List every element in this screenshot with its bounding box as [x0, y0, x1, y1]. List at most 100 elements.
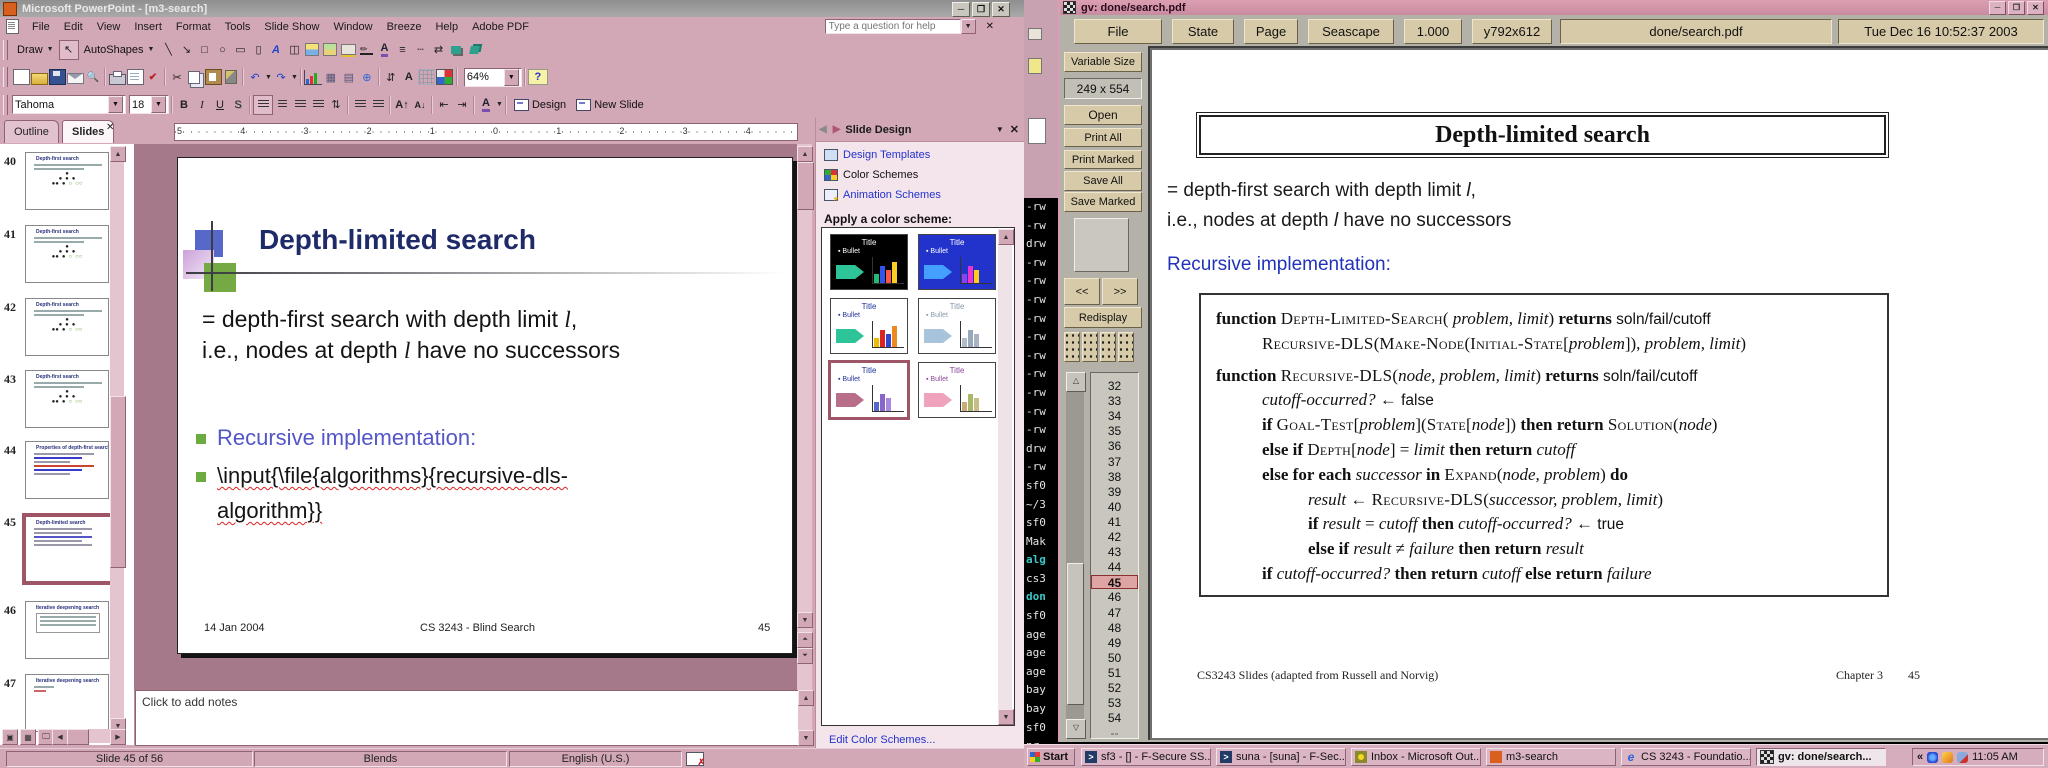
scroll-up-icon[interactable]: ▲	[797, 146, 813, 162]
slide-thumbnail-40[interactable]: Depth-first search●● ● ●●● ● ○ ○○	[25, 152, 109, 210]
gv-layout-option-icon[interactable]	[1100, 332, 1116, 362]
scroll-down-icon[interactable]: ▼	[797, 612, 813, 628]
notes-pane[interactable]: Click to add notes	[135, 690, 799, 746]
slide-thumbnail-47[interactable]: Iterative deepening search	[25, 674, 109, 732]
gv-maximize-button[interactable]: ❐	[2008, 1, 2025, 15]
menu-help[interactable]: Help	[428, 19, 465, 35]
underline-button[interactable]: U	[211, 96, 229, 114]
diagram-icon[interactable]: ◫	[285, 41, 303, 59]
gv-layout-option-icon[interactable]	[1064, 332, 1080, 362]
notes-scrollbar[interactable]: ▲ ▼	[798, 690, 812, 744]
insert-chart-icon[interactable]	[304, 68, 322, 86]
menu-adobe-pdf[interactable]: Adobe PDF	[465, 19, 536, 35]
slide-vertical-scrollbar[interactable]: ▲ ▼ ⏶ ⏷	[797, 144, 812, 690]
paste-icon[interactable]	[204, 68, 222, 86]
tray-fsecure-icon[interactable]	[1927, 752, 1938, 763]
slide-thumbnail-41[interactable]: Depth-first search●● ● ●●● ● ○ ○○	[25, 225, 109, 283]
align-right-icon[interactable]	[291, 96, 309, 114]
line-color-icon[interactable]: ✏	[357, 41, 375, 59]
taskbar-button-2[interactable]: >suna - [suna] - F-Sec...	[1216, 748, 1346, 766]
scroll-right-icon[interactable]: ▶	[110, 729, 126, 745]
gv-open-button[interactable]: Open	[1064, 105, 1142, 125]
open-icon[interactable]	[30, 68, 48, 86]
gv-page-number-32[interactable]: 32	[1091, 379, 1138, 393]
slide-bullet1[interactable]: Recursive implementation:	[217, 425, 476, 451]
autoshapes-menu-button[interactable]: AutoShapes▼	[79, 43, 160, 57]
line-icon[interactable]: ╲	[159, 41, 177, 59]
clip-art-icon[interactable]	[303, 41, 321, 59]
slide-sorter-view-icon[interactable]: ▦	[20, 729, 36, 745]
scroll-up-icon[interactable]: ▲	[110, 146, 126, 162]
menu-file[interactable]: File	[25, 19, 57, 35]
line-style-icon[interactable]: ≡	[393, 41, 411, 59]
gv-prev-button[interactable]: <<	[1064, 278, 1100, 305]
align-left-icon[interactable]	[253, 95, 273, 115]
fill-color-icon[interactable]	[339, 41, 357, 59]
thumbnails-horizontal-scrollbar[interactable]: ◀ ▶	[52, 729, 124, 743]
gv-page-number-46[interactable]: 46	[1091, 590, 1138, 604]
distribute-icon[interactable]	[309, 96, 327, 114]
tray-chevron-icon[interactable]: «	[1917, 751, 1923, 763]
tray-pencil-icon[interactable]	[1942, 752, 1953, 763]
gv-print-marked-button[interactable]: Print Marked	[1064, 150, 1142, 169]
gv-layout-option-icon[interactable]	[1118, 332, 1134, 362]
tab-outline[interactable]: Outline	[4, 120, 59, 143]
increase-font-size-icon[interactable]: A↑	[393, 96, 411, 114]
print-icon[interactable]	[108, 68, 126, 86]
edit-color-schemes-link[interactable]: Edit Color Schemes...	[829, 734, 935, 746]
font-color-icon[interactable]: A	[375, 41, 393, 59]
shadow-button[interactable]: S	[229, 96, 247, 114]
ppt-minimize-button[interactable]: ─	[952, 2, 970, 17]
gv-save-marked-button[interactable]: Save Marked	[1064, 192, 1142, 212]
taskbar-button-4[interactable]: m3-search	[1486, 748, 1616, 766]
color-scheme-option-5[interactable]: Title▪ Bullet	[828, 360, 910, 420]
gv-page-number-40[interactable]: 40	[1091, 500, 1138, 514]
text-box-icon[interactable]: ▭	[231, 41, 249, 59]
gv-page-number-41[interactable]: 41	[1091, 515, 1138, 529]
taskpane-close-icon[interactable]: ✕	[1010, 123, 1019, 136]
slide-thumbnail-44[interactable]: Properties of depth-first search	[25, 441, 109, 499]
gv-page-number-34[interactable]: 34	[1091, 409, 1138, 423]
menu-format[interactable]: Format	[169, 19, 218, 35]
gv-page-number-47[interactable]: 47	[1091, 606, 1138, 620]
gv-scale-button[interactable]: 1.000	[1404, 19, 1462, 44]
toolbar-grip[interactable]	[3, 40, 8, 60]
shadow-style-icon[interactable]	[447, 41, 465, 59]
increase-indent-icon[interactable]: ⇥	[453, 96, 471, 114]
forward-arrow-icon[interactable]: ▶	[833, 124, 841, 135]
gv-page-button[interactable]: Page	[1244, 19, 1298, 44]
insert-hyperlink-icon[interactable]: ⊕	[358, 68, 376, 86]
slide-bullet2-line1[interactable]: \input{\file{algorithms}{recursive-dls-	[217, 463, 568, 489]
font-size-combobox[interactable]: 18▼	[129, 95, 169, 114]
scroll-up-icon[interactable]: △	[1066, 372, 1086, 392]
menu-slide-show[interactable]: Slide Show	[257, 19, 326, 35]
document-close-icon[interactable]: ✕	[986, 21, 994, 32]
color-scheme-option-6[interactable]: Title▪ Bullet	[918, 362, 996, 418]
menu-insert[interactable]: Insert	[127, 19, 169, 35]
search-icon[interactable]: 🔍	[84, 68, 102, 86]
gv-state-button[interactable]: State	[1172, 19, 1234, 44]
gv-pagelist-scrollbar[interactable]: △ ▽	[1066, 372, 1084, 737]
taskbar-button-3[interactable]: Inbox - Microsoft Out...	[1351, 748, 1481, 766]
scrollbar-thumb[interactable]	[67, 729, 89, 745]
italic-button[interactable]: I	[193, 96, 211, 114]
gv-orientation-button[interactable]: Seascape	[1308, 19, 1394, 44]
taskpane-dropdown-icon[interactable]: ▼	[996, 125, 1004, 134]
redo-icon[interactable]: ↷	[272, 68, 290, 86]
scheme-scrollbar[interactable]: ▲ ▼	[998, 229, 1012, 723]
gv-page-number-48[interactable]: 48	[1091, 621, 1138, 635]
thumbnails-scrollbar[interactable]: ▲ ▼	[110, 146, 124, 734]
pdf-page[interactable]: Depth-limited search = depth-first searc…	[1152, 50, 2048, 738]
scroll-left-icon[interactable]: ◀	[52, 729, 68, 745]
menu-breeze[interactable]: Breeze	[380, 19, 429, 35]
oval-icon[interactable]: ○	[213, 41, 231, 59]
toolbar-grip[interactable]	[3, 95, 8, 115]
align-center-icon[interactable]	[273, 96, 291, 114]
toolbar-grip[interactable]	[3, 67, 8, 87]
slide-bullet2-line2[interactable]: algorithm}}	[217, 498, 322, 524]
taskbar-button-6[interactable]: gv: done/search...	[1756, 748, 1886, 766]
decrease-font-size-icon[interactable]: A↓	[411, 96, 429, 114]
gv-page-number-54[interactable]: 54	[1091, 711, 1138, 725]
normal-view-icon[interactable]: ▣	[2, 729, 18, 745]
slide-title[interactable]: Depth-limited search	[259, 224, 536, 256]
